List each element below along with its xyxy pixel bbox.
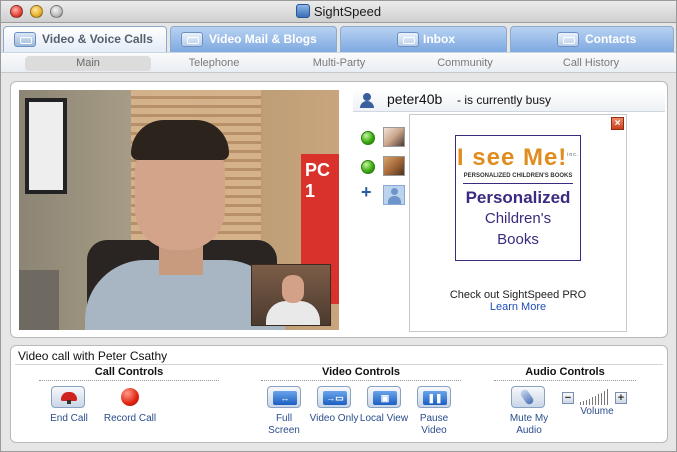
call-panel: PC 1 peter40b - is currently busy + × I …: [10, 81, 668, 338]
caller-hair: [131, 120, 229, 160]
record-call-button[interactable]: [115, 386, 145, 410]
ad-logo-suffix: inc.: [567, 152, 580, 158]
end-call-label: End Call: [50, 413, 88, 424]
online-status-icon: [361, 160, 375, 174]
local-video-preview[interactable]: [251, 264, 331, 326]
video-controls-title: Video Controls: [321, 366, 401, 378]
add-icon: +: [361, 182, 372, 202]
mute-audio-label: Mute My Audio: [509, 413, 549, 436]
avatar: [383, 127, 405, 147]
ad-line-2: Children's: [484, 210, 552, 227]
ad-logo: I see Me!inc.: [456, 144, 580, 172]
local-view-label: Local View: [359, 413, 409, 424]
divider: [494, 380, 636, 381]
ad-line-3: Books: [497, 231, 539, 248]
inbox-icon: [397, 32, 419, 47]
subtab-main[interactable]: Main: [25, 56, 151, 71]
remote-video[interactable]: PC 1: [19, 90, 339, 330]
volume-slider[interactable]: [578, 387, 614, 405]
audio-controls-title: Audio Controls: [525, 366, 605, 378]
video-wall-frame: [25, 98, 67, 194]
call-controls-title: Call Controls: [94, 366, 164, 378]
window-title-wrap: SightSpeed: [1, 4, 676, 19]
subtab-multi-party[interactable]: Multi-Party: [291, 56, 387, 71]
app-window: SightSpeed Video & Voice Calls Video Mai…: [0, 0, 677, 452]
video-only-label: Video Only: [309, 413, 359, 424]
ad-headline: Personalized: [465, 188, 571, 207]
record-call-label: Record Call: [103, 413, 157, 424]
local-view-glyph: ▣: [380, 393, 390, 403]
full-screen-button[interactable]: ↔: [267, 386, 301, 408]
title-bar: SightSpeed: [1, 1, 676, 23]
ad-banner[interactable]: I see Me!inc. PERSONALIZED CHILDREN'S BO…: [455, 135, 581, 261]
record-icon: [121, 388, 139, 406]
mute-audio-button[interactable]: [511, 386, 545, 408]
add-person-icon: [383, 185, 405, 205]
sightspeed-app-icon: [295, 4, 310, 18]
pause-glyph: ❚❚: [427, 393, 443, 403]
video-call-icon: [14, 32, 36, 47]
tab-label: Video & Voice Calls: [42, 32, 153, 46]
contact-name: peter40b: [387, 91, 443, 107]
video-mail-icon: [181, 32, 203, 47]
subtab-telephone[interactable]: Telephone: [167, 56, 261, 71]
divider: [39, 380, 219, 381]
poster-text: PC 1: [305, 160, 331, 201]
local-view-button[interactable]: ▣: [367, 386, 401, 408]
tab-video-mail-blogs[interactable]: Video Mail & Blogs: [170, 26, 337, 52]
local-user-body: [266, 301, 320, 325]
person-icon: [359, 92, 375, 108]
video-only-icon: →▭: [323, 391, 347, 405]
subtab-call-history[interactable]: Call History: [541, 56, 641, 71]
full-screen-glyph: ↔: [280, 393, 290, 403]
pause-video-label: Pause Video: [419, 413, 449, 436]
ad-divider: [463, 183, 573, 184]
sub-tab-bar: Main Telephone Multi-Party Community Cal…: [1, 52, 676, 73]
full-screen-icon: ↔: [273, 391, 297, 405]
ad-logo-text: I see Me!: [456, 144, 568, 171]
tab-label: Video Mail & Blogs: [209, 32, 317, 46]
tab-inbox[interactable]: Inbox: [340, 26, 507, 52]
video-only-glyph: →▭: [326, 393, 344, 403]
volume-up-button[interactable]: +: [615, 392, 627, 404]
end-call-button[interactable]: [51, 386, 85, 408]
divider: [15, 364, 663, 365]
tab-contacts[interactable]: Contacts: [510, 26, 674, 52]
tab-label: Contacts: [585, 32, 637, 46]
subtab-community[interactable]: Community: [417, 56, 513, 71]
close-ad-button[interactable]: ×: [611, 117, 624, 130]
hang-up-icon: [61, 392, 77, 404]
main-tab-bar: Video & Voice Calls Video Mail & Blogs I…: [1, 24, 676, 53]
volume-label: Volume: [580, 406, 614, 417]
local-view-icon: ▣: [373, 391, 397, 405]
controls-panel: Video call with Peter Csathy Call Contro…: [10, 345, 668, 443]
local-user-head: [282, 275, 304, 303]
window-title: SightSpeed: [313, 4, 382, 19]
video-shelf: [19, 270, 59, 330]
call-title: Video call with Peter Csathy: [18, 349, 168, 363]
volume-down-button[interactable]: −: [562, 392, 574, 404]
pause-icon: ❚❚: [423, 391, 447, 405]
contact-header: peter40b - is currently busy: [353, 88, 665, 112]
avatar: [383, 156, 405, 176]
tab-video-voice-calls[interactable]: Video & Voice Calls: [3, 26, 167, 53]
full-screen-label: Full Screen: [268, 413, 300, 436]
ad-tagline: PERSONALIZED CHILDREN'S BOOKS: [463, 173, 573, 179]
ad-promo-text: Check out SightSpeed PRO: [449, 289, 587, 301]
learn-more-link[interactable]: Learn More: [410, 301, 626, 313]
online-status-icon: [361, 131, 375, 145]
microphone-icon: [519, 388, 535, 406]
advertisement[interactable]: × I see Me!inc. PERSONALIZED CHILDREN'S …: [409, 114, 627, 332]
contacts-icon: [557, 32, 579, 47]
pause-video-button[interactable]: ❚❚: [417, 386, 451, 408]
video-only-button[interactable]: →▭: [317, 386, 351, 408]
contact-status: - is currently busy: [457, 93, 552, 107]
tab-label: Inbox: [423, 32, 455, 46]
divider: [261, 380, 461, 381]
